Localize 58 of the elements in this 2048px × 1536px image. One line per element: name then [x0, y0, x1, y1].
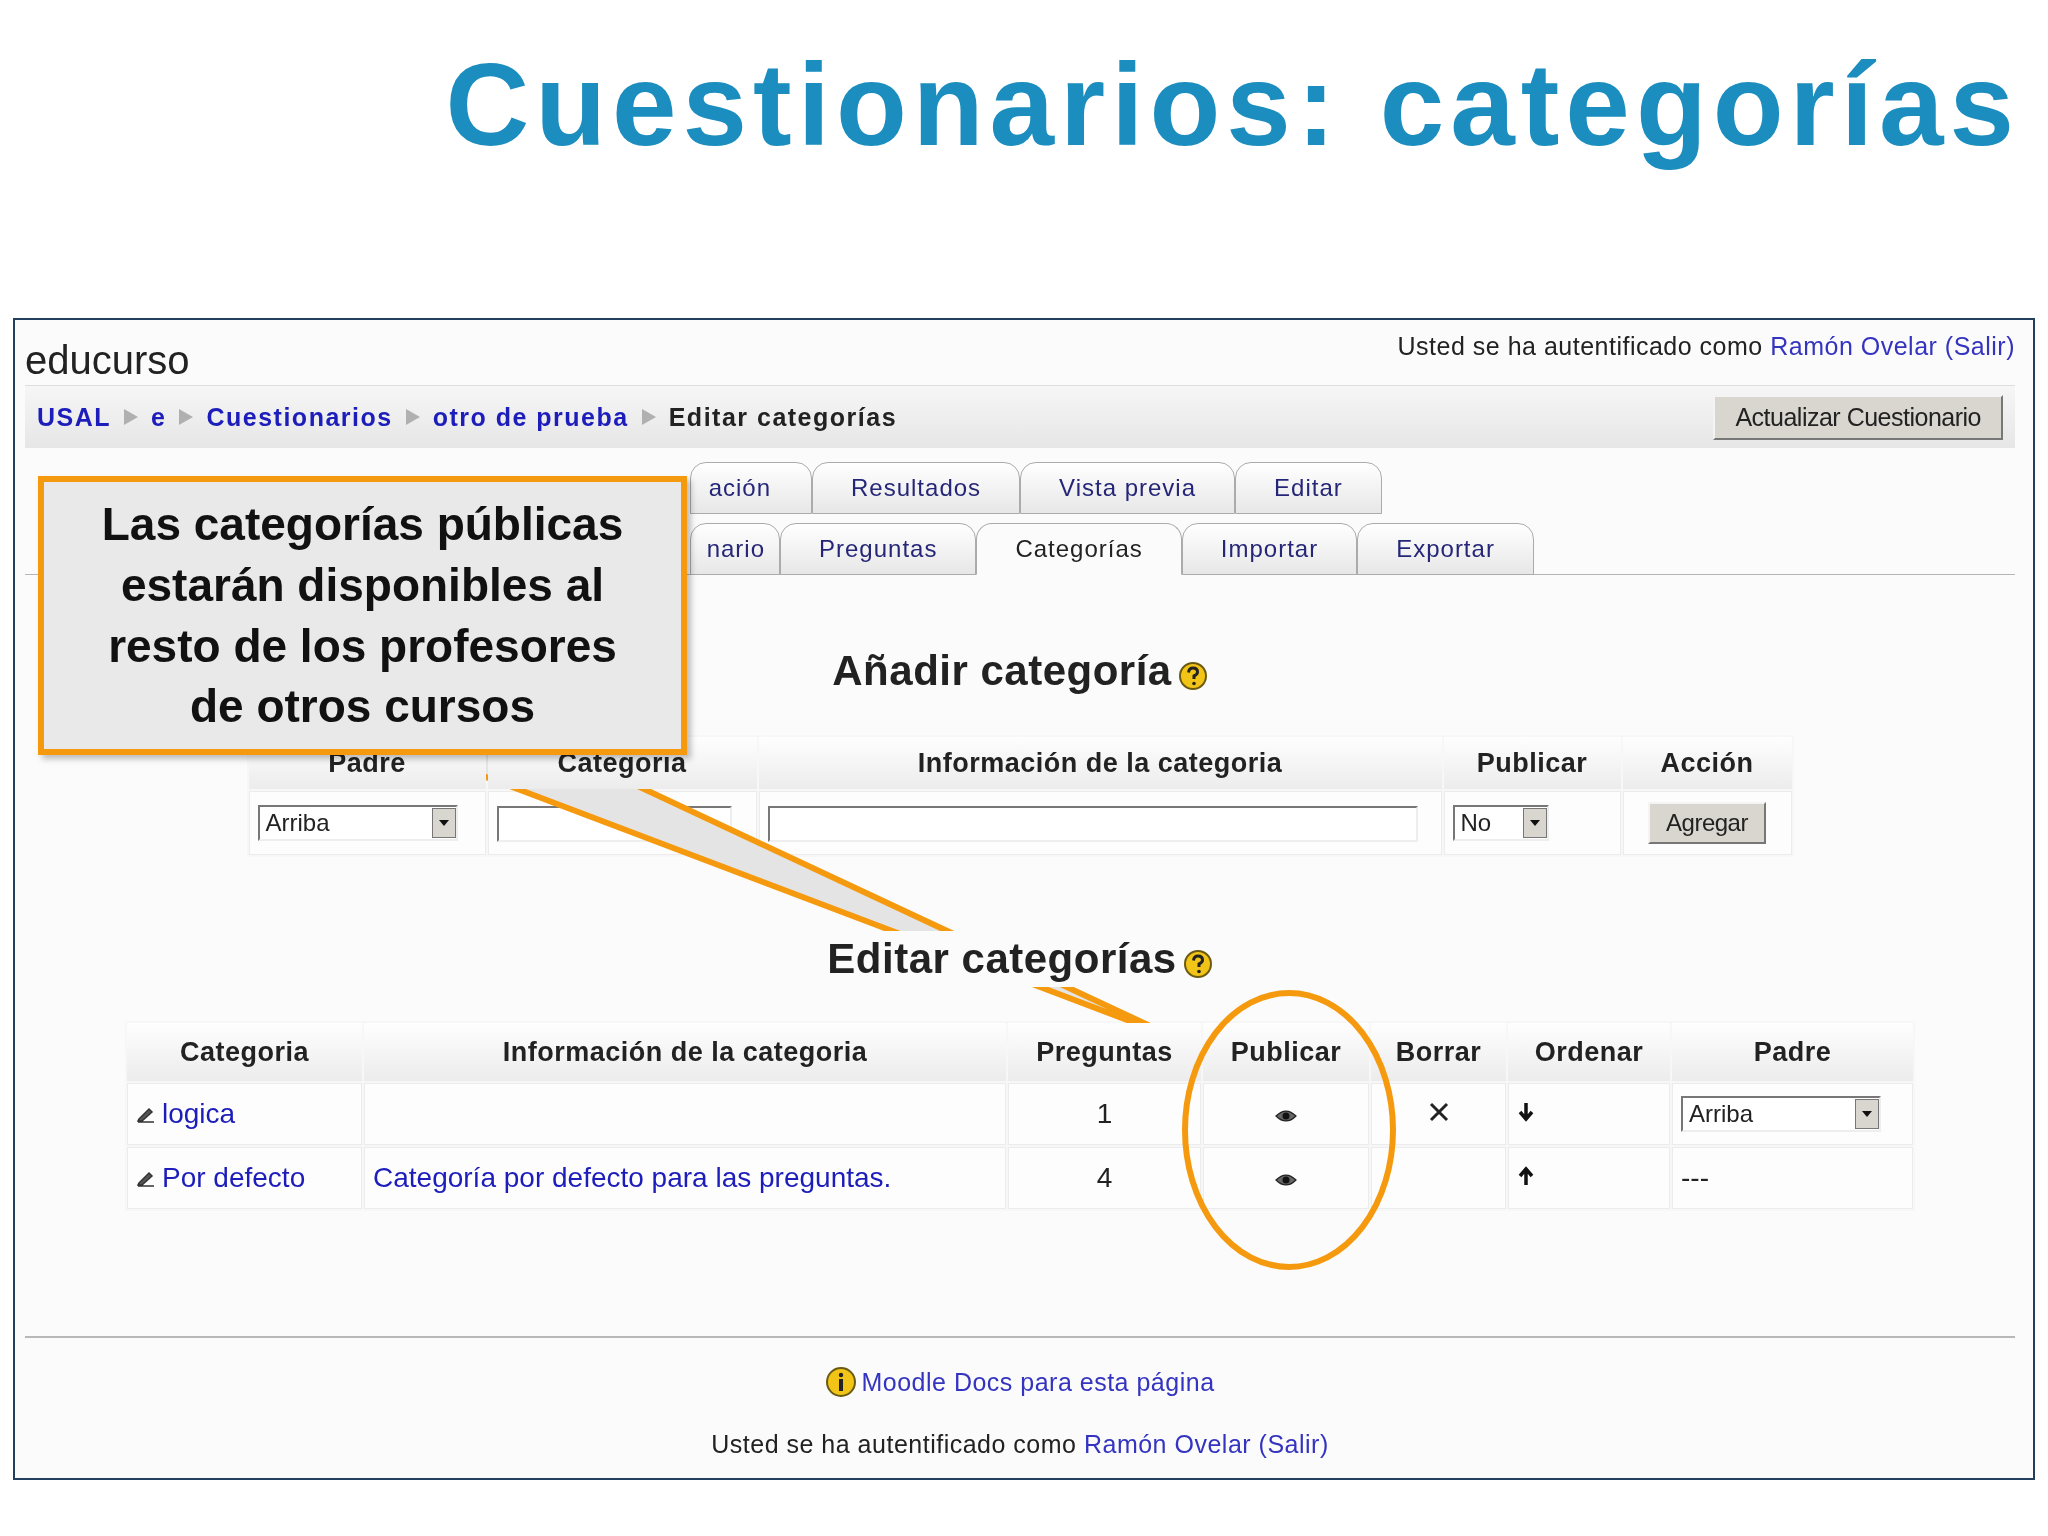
docs-link[interactable]: Moodle Docs para esta página: [861, 1367, 1215, 1397]
user-link[interactable]: Ramón Ovelar: [1083, 1430, 1252, 1458]
breadcrumb-link[interactable]: otro de prueba: [432, 402, 629, 432]
column-header: Padre: [1672, 1023, 1913, 1081]
slide-title: Cuestionarios: categorías: [445, 39, 2020, 172]
logout-link[interactable]: (Salir): [1944, 332, 2015, 360]
question-count: 1: [1096, 1098, 1113, 1129]
column-header: Acción: [1622, 737, 1792, 789]
eye-icon[interactable]: [1275, 1109, 1297, 1123]
category-info-input[interactable]: [767, 806, 1418, 843]
down-arrow-icon[interactable]: [1517, 1101, 1535, 1123]
breadcrumb-separator-icon: [404, 408, 421, 426]
column-header: Publicar: [1203, 1023, 1369, 1081]
category-link[interactable]: logica: [162, 1097, 236, 1130]
help-icon[interactable]: [1177, 661, 1208, 691]
add-button[interactable]: Agregar: [1648, 802, 1766, 844]
tab[interactable]: Preguntas: [780, 523, 977, 575]
user-link[interactable]: Ramón Ovelar: [1770, 332, 1938, 360]
column-header: Información de la categoria: [758, 737, 1442, 789]
section-title: Añadir categoría: [832, 647, 1172, 695]
breadcrumb-link[interactable]: e: [151, 402, 167, 432]
tab[interactable]: Editar: [1235, 462, 1382, 514]
help-icon[interactable]: [1182, 949, 1213, 979]
tab[interactable]: Categorías: [976, 523, 1182, 575]
column-header: Publicar: [1443, 737, 1621, 789]
breadcrumb-separator-icon: [640, 408, 657, 426]
tab[interactable]: nario: [690, 523, 780, 575]
parent-value: ---: [1681, 1162, 1709, 1193]
breadcrumb-current: Editar categorías: [668, 402, 898, 432]
tab[interactable]: ación: [690, 462, 812, 514]
tab[interactable]: Resultados: [812, 462, 1021, 514]
breadcrumb-separator-icon: [178, 408, 195, 426]
breadcrumb-link[interactable]: USAL: [37, 402, 112, 432]
delete-icon[interactable]: [1427, 1101, 1450, 1123]
column-header: Información de la categoria: [364, 1023, 1006, 1081]
column-header: Categoria: [127, 1023, 362, 1081]
login-text: Usted se ha autentificado como: [1397, 332, 1764, 360]
publish-select[interactable]: No: [1452, 805, 1549, 841]
section-title: Editar categorías: [827, 935, 1177, 983]
login-text: Usted se ha autentificado como: [711, 1430, 1078, 1458]
column-header: Ordenar: [1508, 1023, 1670, 1081]
breadcrumb-separator-icon: [123, 408, 140, 426]
column-header: Borrar: [1371, 1023, 1506, 1081]
up-arrow-icon[interactable]: [1517, 1165, 1535, 1187]
tab[interactable]: Importar: [1181, 523, 1358, 575]
eye-icon[interactable]: [1275, 1173, 1297, 1187]
breadcrumb-link[interactable]: Cuestionarios: [206, 402, 393, 432]
tab[interactable]: Exportar: [1357, 523, 1534, 575]
parent-select[interactable]: Arriba: [257, 805, 458, 841]
update-quiz-button[interactable]: Actualizar Cuestionario: [1713, 394, 2003, 440]
question-count: 4: [1096, 1162, 1113, 1193]
info-icon: [825, 1366, 858, 1398]
parent-select[interactable]: Arriba: [1681, 1096, 1881, 1132]
callout-text: Las categorías públicas estarán disponibles al resto de los profesores de otros cursos: [38, 476, 687, 755]
column-header: Preguntas: [1008, 1023, 1201, 1081]
logout-link[interactable]: (Salir): [1258, 1430, 1329, 1458]
tab[interactable]: Vista previa: [1020, 462, 1236, 514]
site-name[interactable]: educurso: [25, 338, 190, 383]
